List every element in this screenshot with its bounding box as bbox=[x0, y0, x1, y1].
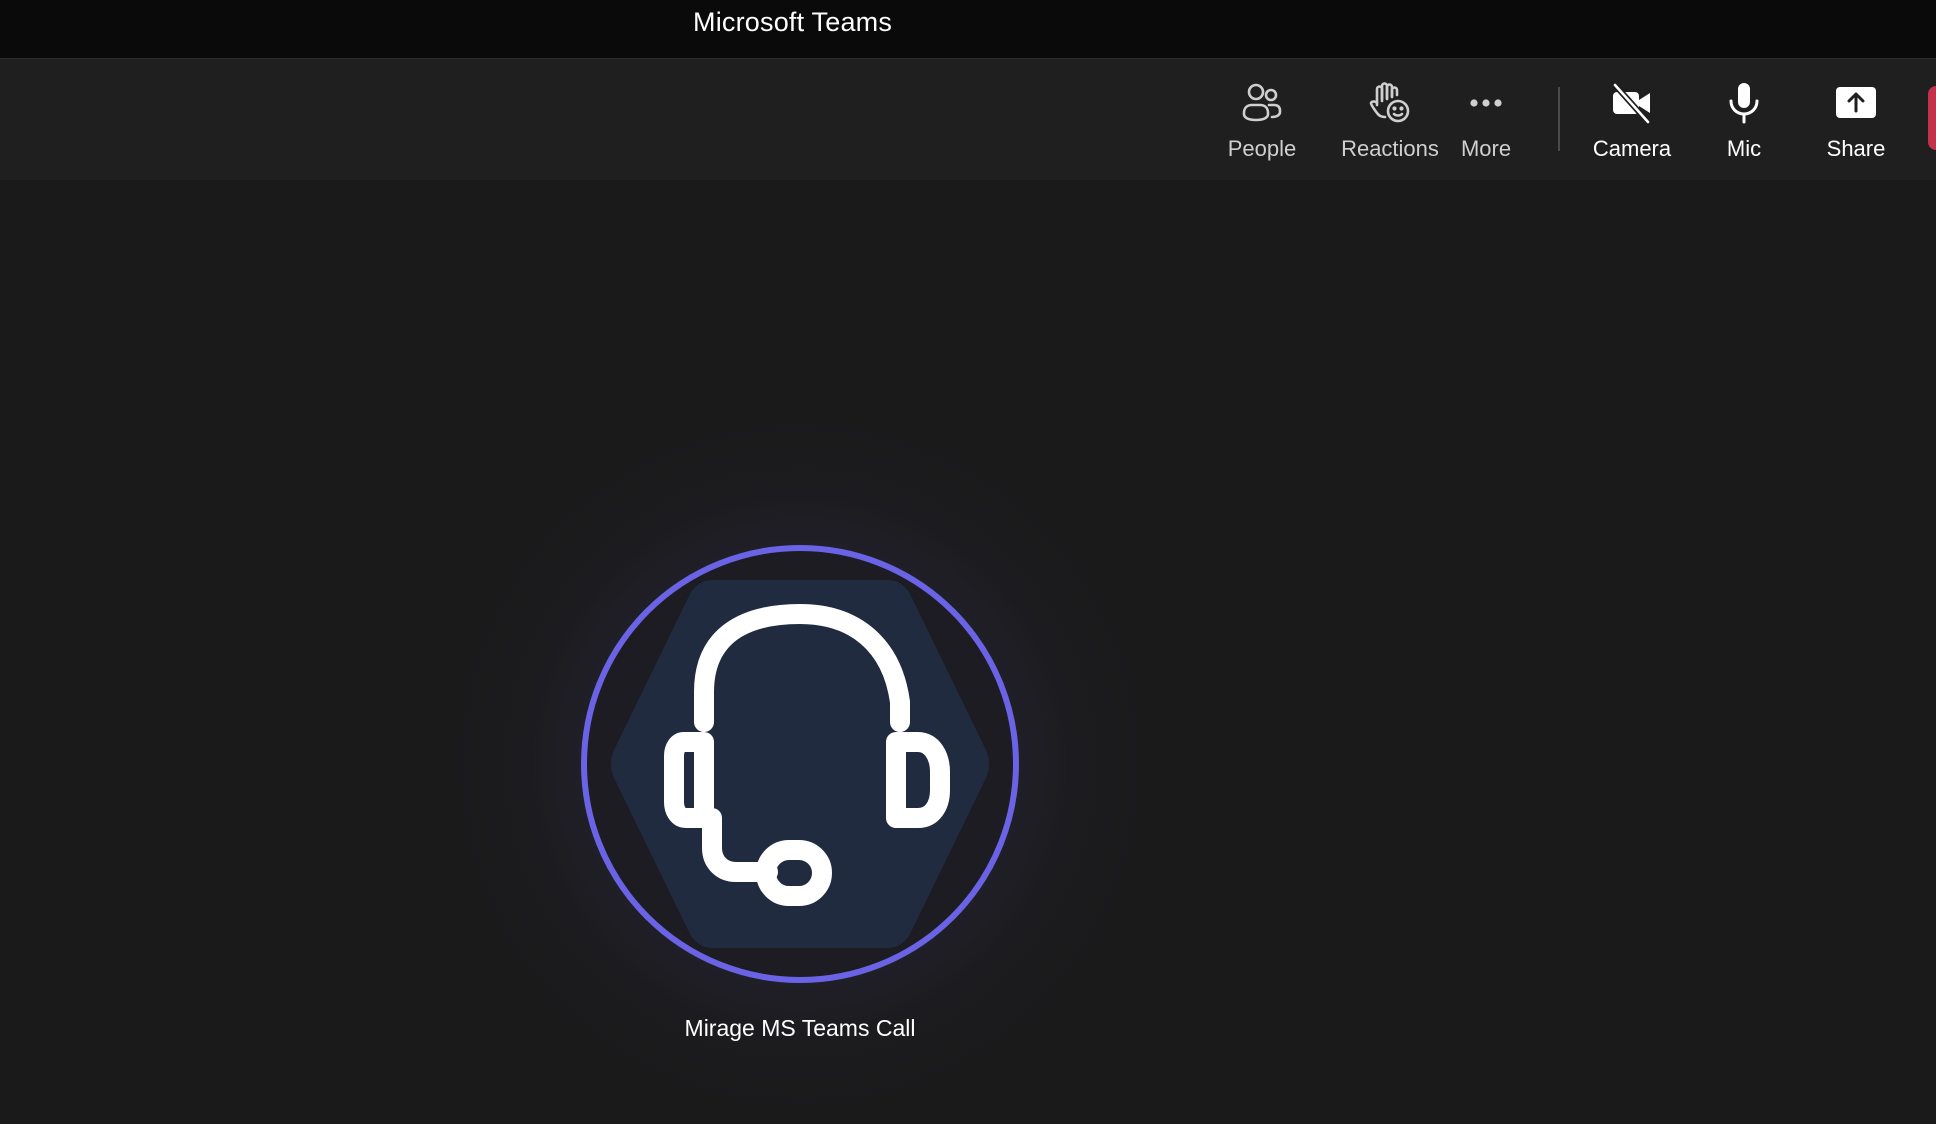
toolbar-divider bbox=[1558, 87, 1560, 151]
mic-label: Mic bbox=[1726, 136, 1762, 161]
share-label: Share bbox=[1826, 136, 1886, 161]
leave-button[interactable] bbox=[1928, 86, 1936, 150]
more-dots-icon bbox=[1462, 79, 1510, 127]
title-bar: Microsoft Teams bbox=[0, 0, 1936, 59]
people-label: People bbox=[1227, 136, 1297, 161]
participant-avatar bbox=[572, 536, 1028, 992]
share-button[interactable]: Share bbox=[1806, 59, 1906, 180]
window-title: Microsoft Teams bbox=[693, 7, 893, 37]
camera-label: Camera bbox=[1592, 136, 1672, 161]
microphone-icon bbox=[1720, 79, 1768, 127]
more-label: More bbox=[1460, 136, 1512, 161]
people-button[interactable]: People bbox=[1206, 59, 1318, 180]
raise-hand-emoji-icon bbox=[1366, 79, 1414, 127]
meeting-toolbar: People Reactions More Camera Mic Share bbox=[0, 59, 1936, 180]
camera-button[interactable]: Camera bbox=[1578, 59, 1686, 180]
people-icon bbox=[1238, 79, 1286, 127]
mic-button[interactable]: Mic bbox=[1696, 59, 1792, 180]
share-screen-icon bbox=[1832, 79, 1880, 127]
camera-off-icon bbox=[1608, 79, 1656, 127]
more-button[interactable]: More bbox=[1438, 59, 1534, 180]
participant-name: Mirage MS Teams Call bbox=[684, 1015, 916, 1041]
